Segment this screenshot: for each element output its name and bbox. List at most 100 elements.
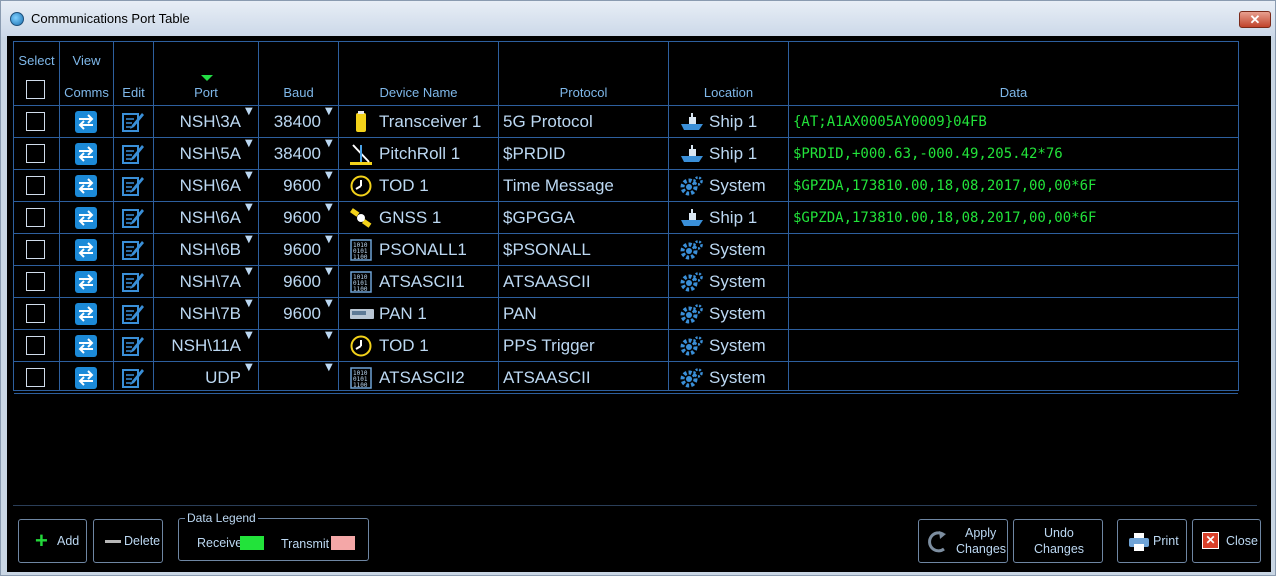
port-dropdown-icon[interactable]: ▼ <box>245 202 253 213</box>
baud-dropdown-icon[interactable]: ▼ <box>325 170 333 181</box>
baud-dropdown-icon[interactable]: ▼ <box>325 266 333 277</box>
edit-icon[interactable] <box>121 238 145 262</box>
row-select-checkbox[interactable] <box>26 368 45 387</box>
baud-select[interactable]: 38400 <box>259 106 321 138</box>
table-row[interactable]: NSH\7B ▼ 9600 ▼ PAN 1 PAN System <box>14 298 1238 330</box>
transmit-swatch <box>331 536 355 550</box>
row-select-checkbox[interactable] <box>26 176 45 195</box>
select-all-checkbox[interactable] <box>26 80 45 99</box>
svg-text:1100: 1100 <box>353 382 368 389</box>
edit-icon[interactable] <box>121 334 145 358</box>
port-dropdown-icon[interactable]: ▼ <box>245 298 253 309</box>
table-row[interactable]: NSH\7A ▼ 9600 ▼ 1010 0101 1100 ATSASCII1 ATSAASC… <box>14 266 1238 298</box>
baud-dropdown-icon[interactable]: ▼ <box>325 234 333 245</box>
close-button[interactable]: ✕ Close <box>1192 519 1261 563</box>
redo-arrow-icon <box>928 531 946 553</box>
edit-icon[interactable] <box>121 142 145 166</box>
add-button[interactable]: + Add <box>18 519 87 563</box>
table-row[interactable]: NSH\3A ▼ 38400 ▼ Transceiver 1 5G Protocol Shi… <box>14 106 1238 138</box>
baud-select[interactable]: 9600 <box>259 170 321 202</box>
window-close-button[interactable]: ✕ <box>1239 11 1271 28</box>
clock-icon <box>350 335 372 357</box>
table-row[interactable]: UDP ▼ ▼ 1010 0101 1100 ATSASCII2 ATSAASCII Syste… <box>14 362 1238 394</box>
baud-select[interactable]: 9600 <box>259 234 321 266</box>
binary-data-icon: 1010 0101 1100 <box>350 367 372 389</box>
view-comms-icon[interactable] <box>75 207 97 229</box>
title-bar[interactable]: Communications Port Table ✕ <box>1 1 1275 37</box>
baud-dropdown-icon[interactable]: ▼ <box>325 362 333 373</box>
port-select[interactable]: NSH\7B <box>154 298 241 330</box>
row-select-checkbox[interactable] <box>26 240 45 259</box>
edit-icon[interactable] <box>121 270 145 294</box>
row-select-checkbox[interactable] <box>26 304 45 323</box>
edit-icon[interactable] <box>121 302 145 326</box>
col-header-port[interactable]: Port <box>154 85 258 100</box>
baud-select[interactable]: 9600 <box>259 298 321 330</box>
port-select[interactable]: NSH\6A <box>154 202 241 234</box>
baud-select[interactable]: 9600 <box>259 266 321 298</box>
view-comms-icon[interactable] <box>75 143 97 165</box>
baud-dropdown-icon[interactable]: ▼ <box>325 298 333 309</box>
port-select[interactable]: NSH\7A <box>154 266 241 298</box>
device-name: PitchRoll 1 <box>379 144 461 163</box>
col-header-location[interactable]: Location <box>669 85 788 100</box>
row-select-checkbox[interactable] <box>26 112 45 131</box>
port-dropdown-icon[interactable]: ▼ <box>245 234 253 245</box>
table-row[interactable]: NSH\6A ▼ 9600 ▼ TOD 1 Time Message System $GPZD… <box>14 170 1238 202</box>
baud-dropdown-icon[interactable]: ▼ <box>325 330 333 341</box>
edit-icon[interactable] <box>121 110 145 134</box>
view-comms-icon[interactable] <box>75 303 97 325</box>
data-value: $PRDID,+000.63,-000.49,205.42*76 <box>793 146 1063 162</box>
location: Ship 1 <box>709 112 758 131</box>
table-row[interactable]: NSH\5A ▼ 38400 ▼ PitchRoll 1 $PRDID Ship 1 $PRD… <box>14 138 1238 170</box>
port-select[interactable]: NSH\5A <box>154 138 241 170</box>
view-comms-icon[interactable] <box>75 271 97 293</box>
view-comms-icon[interactable] <box>75 239 97 261</box>
view-comms-icon[interactable] <box>75 367 97 389</box>
table-row[interactable]: NSH\11A ▼ ▼ TOD 1 PPS Trigger System <box>14 330 1238 362</box>
baud-select[interactable] <box>259 330 321 362</box>
port-dropdown-icon[interactable]: ▼ <box>245 106 253 117</box>
port-select[interactable]: NSH\6A <box>154 170 241 202</box>
baud-dropdown-icon[interactable]: ▼ <box>325 138 333 149</box>
protocol: 5G Protocol <box>503 112 593 131</box>
col-header-data[interactable]: Data <box>789 85 1238 100</box>
baud-select[interactable]: 38400 <box>259 138 321 170</box>
table-row[interactable]: NSH\6A ▼ 9600 ▼ GNSS 1 $GPGGA Ship 1 $GPZDA,173… <box>14 202 1238 234</box>
baud-dropdown-icon[interactable]: ▼ <box>325 202 333 213</box>
print-button[interactable]: Print <box>1117 519 1187 563</box>
col-header-device-name[interactable]: Device Name <box>339 85 498 100</box>
baud-dropdown-icon[interactable]: ▼ <box>325 106 333 117</box>
sort-descending-icon <box>201 75 213 81</box>
receive-swatch <box>240 536 264 550</box>
col-header-select[interactable]: Select <box>14 53 59 68</box>
edit-icon[interactable] <box>121 366 145 390</box>
port-select[interactable]: NSH\6B <box>154 234 241 266</box>
col-header-protocol[interactable]: Protocol <box>499 85 668 100</box>
row-select-checkbox[interactable] <box>26 144 45 163</box>
port-dropdown-icon[interactable]: ▼ <box>245 330 253 341</box>
baud-select[interactable] <box>259 362 321 394</box>
edit-icon[interactable] <box>121 174 145 198</box>
port-select[interactable]: NSH\11A <box>154 330 241 362</box>
port-select[interactable]: NSH\3A <box>154 106 241 138</box>
device-name: GNSS 1 <box>379 208 442 227</box>
undo-changes-button[interactable]: Undo Changes <box>1013 519 1103 563</box>
view-comms-icon[interactable] <box>75 111 97 133</box>
port-select[interactable]: UDP <box>154 362 241 394</box>
edit-icon[interactable] <box>121 206 145 230</box>
col-header-baud[interactable]: Baud <box>259 85 338 100</box>
delete-button[interactable]: Delete <box>93 519 163 563</box>
port-dropdown-icon[interactable]: ▼ <box>245 138 253 149</box>
view-comms-icon[interactable] <box>75 175 97 197</box>
baud-select[interactable]: 9600 <box>259 202 321 234</box>
table-row[interactable]: NSH\6B ▼ 9600 ▼ 1010 0101 1100 PSONALL1 $PSONALL… <box>14 234 1238 266</box>
apply-changes-button[interactable]: Apply Changes <box>918 519 1008 563</box>
row-select-checkbox[interactable] <box>26 336 45 355</box>
view-comms-icon[interactable] <box>75 335 97 357</box>
port-dropdown-icon[interactable]: ▼ <box>245 362 253 373</box>
port-dropdown-icon[interactable]: ▼ <box>245 170 253 181</box>
row-select-checkbox[interactable] <box>26 272 45 291</box>
row-select-checkbox[interactable] <box>26 208 45 227</box>
port-dropdown-icon[interactable]: ▼ <box>245 266 253 277</box>
